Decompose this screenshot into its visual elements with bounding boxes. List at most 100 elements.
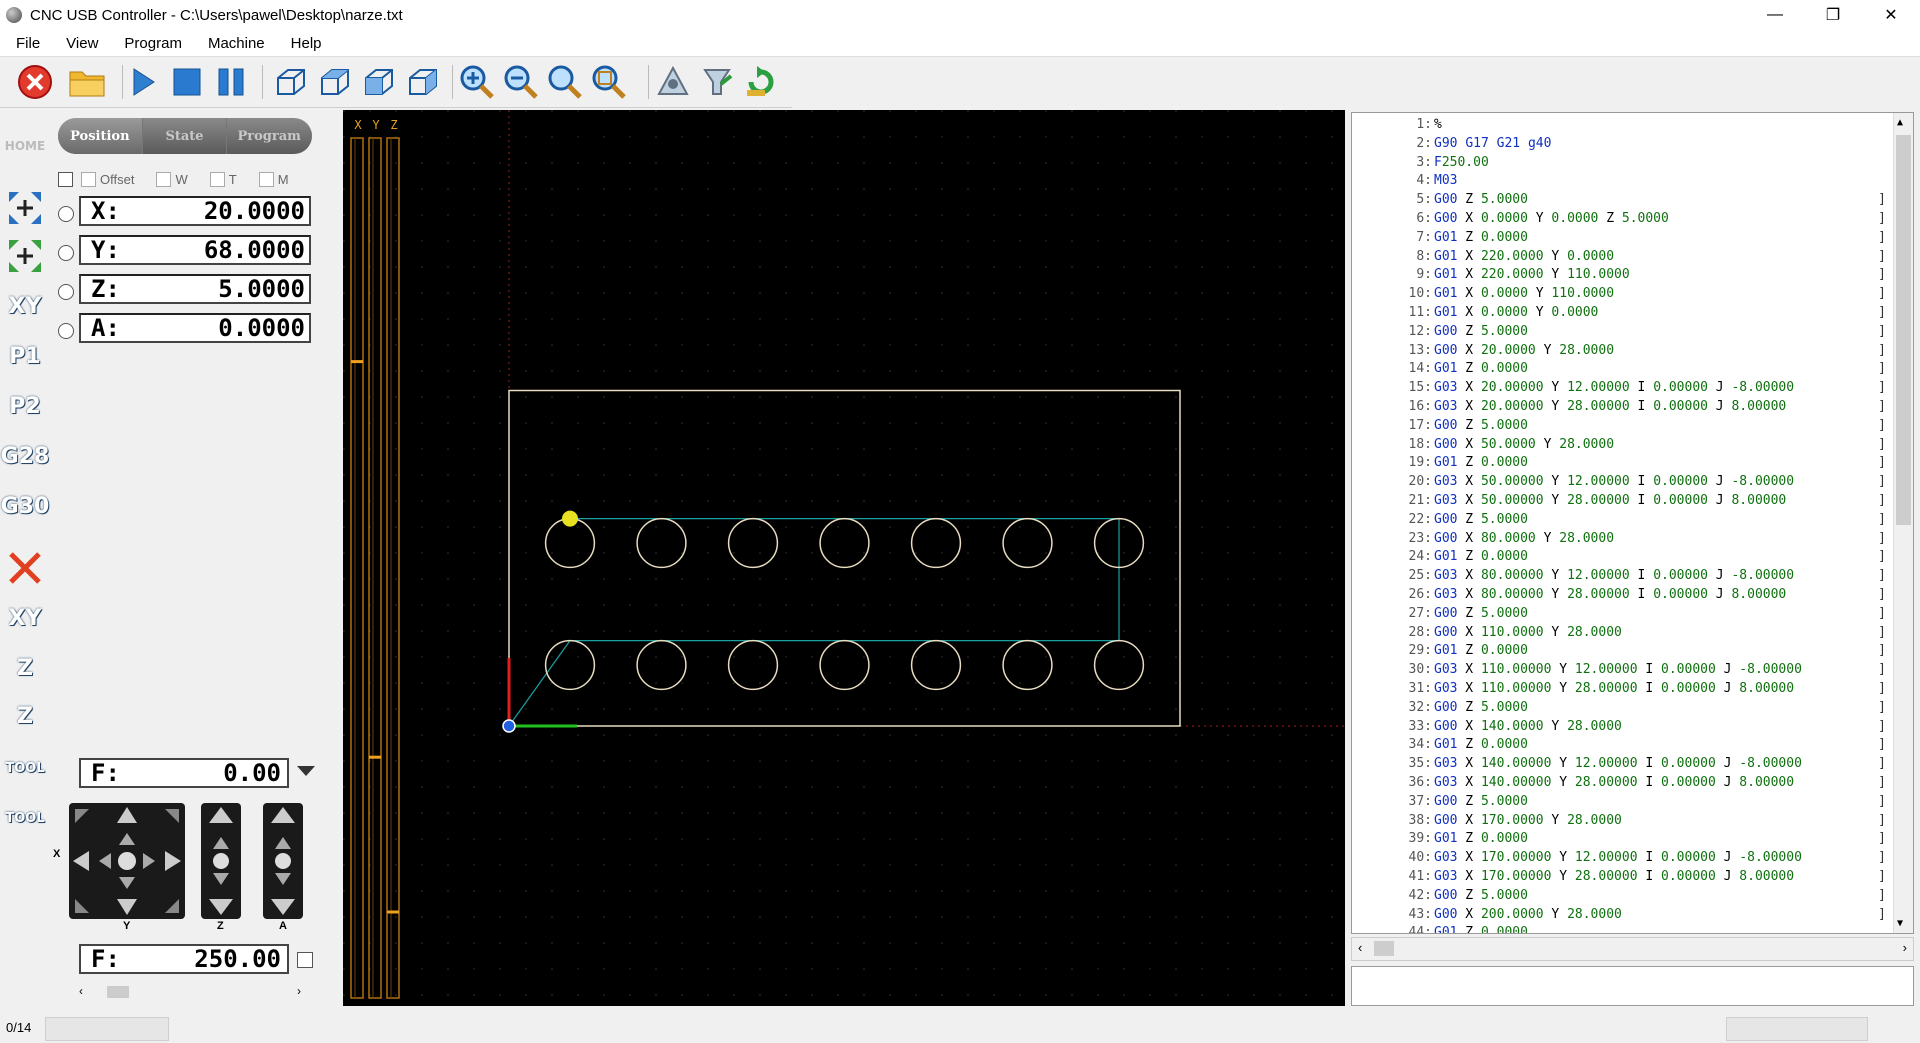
scroll-right-icon[interactable]: › bbox=[297, 984, 301, 998]
gcode-line[interactable]: 38: G00 X 170.0000 Y 28.0000] bbox=[1352, 813, 1892, 832]
gcode-line[interactable]: 29: G01 Z 0.0000] bbox=[1352, 643, 1892, 662]
gcode-breakpoint-marker[interactable]: ] bbox=[1878, 869, 1886, 884]
hscroll-left-icon[interactable]: ‹ bbox=[1358, 940, 1362, 955]
gcode-breakpoint-marker[interactable]: ] bbox=[1878, 643, 1886, 658]
mdi-command-input[interactable] bbox=[1351, 966, 1914, 1006]
view-top-icon[interactable] bbox=[316, 64, 354, 100]
hscroll-thumb[interactable] bbox=[1374, 941, 1394, 956]
gcode-hscroll[interactable]: ‹ › bbox=[1351, 937, 1914, 961]
gcode-breakpoint-marker[interactable]: ] bbox=[1878, 549, 1886, 564]
gcode-breakpoint-marker[interactable]: ] bbox=[1878, 813, 1886, 828]
gcode-breakpoint-marker[interactable]: ] bbox=[1878, 493, 1886, 508]
gcode-breakpoint-marker[interactable]: ] bbox=[1878, 286, 1886, 301]
gcode-breakpoint-marker[interactable]: ] bbox=[1878, 794, 1886, 809]
tool-probe-button[interactable]: TOOL bbox=[4, 798, 46, 838]
axis-y-readout[interactable]: Y: 68.0000 bbox=[79, 235, 311, 265]
scroll-thumb[interactable] bbox=[107, 986, 129, 998]
gcode-line[interactable]: 25: G03 X 80.00000 Y 12.00000 I 0.00000 J… bbox=[1352, 568, 1892, 587]
axis-x-readout[interactable]: X: 20.0000 bbox=[79, 196, 311, 226]
open-folder-icon[interactable] bbox=[68, 64, 106, 100]
gcode-scroll-thumb[interactable] bbox=[1896, 135, 1911, 525]
gcode-breakpoint-marker[interactable]: ] bbox=[1878, 474, 1886, 489]
scroll-left-icon[interactable]: ‹ bbox=[79, 984, 83, 998]
program-feed-readout[interactable]: F: 250.00 bbox=[79, 944, 289, 974]
stop-square-icon[interactable] bbox=[168, 64, 206, 100]
gcode-line[interactable]: 16: G03 X 20.00000 Y 28.00000 I 0.00000 J… bbox=[1352, 399, 1892, 418]
axis-x-radio[interactable] bbox=[58, 206, 74, 222]
gcode-line[interactable]: 41: G03 X 170.00000 Y 28.00000 I 0.00000 … bbox=[1352, 869, 1892, 888]
scroll-up-icon[interactable]: ▲ bbox=[1897, 117, 1903, 128]
gcode-breakpoint-marker[interactable]: ] bbox=[1878, 587, 1886, 602]
gcode-line[interactable]: 8: G01 X 220.0000 Y 0.0000] bbox=[1352, 249, 1892, 268]
t-checkbox[interactable] bbox=[209, 172, 225, 187]
tool-setup-icon[interactable] bbox=[698, 64, 736, 100]
gcode-line[interactable]: 28: G00 X 110.0000 Y 28.0000] bbox=[1352, 625, 1892, 644]
jog-feed-readout[interactable]: F: 0.00 bbox=[79, 758, 289, 788]
gcode-line[interactable]: 17: G00 Z 5.0000] bbox=[1352, 418, 1892, 437]
gcode-breakpoint-marker[interactable]: ] bbox=[1878, 249, 1886, 264]
gcode-breakpoint-marker[interactable]: ] bbox=[1878, 737, 1886, 752]
gcode-breakpoint-marker[interactable]: ] bbox=[1878, 192, 1886, 207]
gcode-line[interactable]: 35: G03 X 140.00000 Y 12.00000 I 0.00000 … bbox=[1352, 756, 1892, 775]
gcode-line[interactable]: 2: G90 G17 G21 g40 bbox=[1352, 136, 1892, 155]
toolpath-canvas[interactable] bbox=[343, 110, 1345, 1006]
axis-y-radio[interactable] bbox=[58, 245, 74, 261]
gcode-line[interactable]: 18: G00 X 50.0000 Y 28.0000] bbox=[1352, 437, 1892, 456]
gcode-line[interactable]: 44: G01 Z 0.0000 bbox=[1352, 925, 1892, 933]
goto-p1-button[interactable]: P1 bbox=[4, 336, 46, 376]
stop-icon[interactable] bbox=[16, 64, 54, 100]
panel-hscroll[interactable]: ‹ › bbox=[77, 984, 307, 1000]
view-front-icon[interactable] bbox=[360, 64, 398, 100]
play-icon[interactable] bbox=[124, 64, 162, 100]
axis-z-radio[interactable] bbox=[58, 284, 74, 300]
gcode-line[interactable]: 26: G03 X 80.00000 Y 28.00000 I 0.00000 J… bbox=[1352, 587, 1892, 606]
gcode-breakpoint-marker[interactable]: ] bbox=[1878, 888, 1886, 903]
gcode-breakpoint-marker[interactable]: ] bbox=[1878, 850, 1886, 865]
gcode-line[interactable]: 40: G03 X 170.00000 Y 12.00000 I 0.00000 … bbox=[1352, 850, 1892, 869]
gcode-line[interactable]: 39: G01 Z 0.0000] bbox=[1352, 831, 1892, 850]
gcode-line[interactable]: 31: G03 X 110.00000 Y 28.00000 I 0.00000 … bbox=[1352, 681, 1892, 700]
menu-program[interactable]: Program bbox=[114, 35, 192, 52]
gcode-breakpoint-marker[interactable]: ] bbox=[1878, 324, 1886, 339]
gcode-line[interactable]: 24: G01 Z 0.0000] bbox=[1352, 549, 1892, 568]
menu-view[interactable]: View bbox=[56, 35, 108, 52]
gcode-line[interactable]: 13: G00 X 20.0000 Y 28.0000] bbox=[1352, 343, 1892, 362]
tab-state[interactable]: State bbox=[143, 118, 228, 154]
menu-machine[interactable]: Machine bbox=[198, 35, 275, 52]
gcode-line[interactable]: 37: G00 Z 5.0000] bbox=[1352, 794, 1892, 813]
gcode-listing[interactable]: 1:% 2: G90 G17 G21 g40 3: F250.00 4: M03 5: G00 … bbox=[1351, 112, 1914, 934]
reset-all-button[interactable] bbox=[4, 548, 46, 588]
zoom-fit-icon[interactable] bbox=[546, 64, 584, 100]
gcode-breakpoint-marker[interactable]: ] bbox=[1878, 437, 1886, 452]
gcode-line[interactable]: 9: G01 X 220.0000 Y 110.0000] bbox=[1352, 267, 1892, 286]
gcode-line[interactable]: 6: G00 X 0.0000 Y 0.0000 Z 5.0000] bbox=[1352, 211, 1892, 230]
master-checkbox[interactable] bbox=[58, 172, 73, 187]
gcode-line[interactable]: 10: G01 X 0.0000 Y 110.0000] bbox=[1352, 286, 1892, 305]
gcode-line[interactable]: 11: G01 X 0.0000 Y 0.0000] bbox=[1352, 305, 1892, 324]
minimize-button[interactable]: — bbox=[1746, 0, 1804, 30]
gcode-breakpoint-marker[interactable]: ] bbox=[1878, 831, 1886, 846]
gcode-line[interactable]: 33: G00 X 140.0000 Y 28.0000] bbox=[1352, 719, 1892, 738]
gcode-breakpoint-marker[interactable]: ] bbox=[1878, 343, 1886, 358]
gcode-line[interactable]: 27: G00 Z 5.0000] bbox=[1352, 606, 1892, 625]
gcode-breakpoint-marker[interactable]: ] bbox=[1878, 380, 1886, 395]
axis-z-readout[interactable]: Z: 5.0000 bbox=[79, 274, 311, 304]
gcode-line[interactable]: 20: G03 X 50.00000 Y 12.00000 I 0.00000 J… bbox=[1352, 474, 1892, 493]
gcode-vscroll[interactable]: ▲ ▼ bbox=[1893, 113, 1913, 933]
gcode-line[interactable]: 30: G03 X 110.00000 Y 12.00000 I 0.00000 … bbox=[1352, 662, 1892, 681]
move-to-offset-button[interactable] bbox=[4, 236, 46, 276]
menu-help[interactable]: Help bbox=[281, 35, 332, 52]
move-to-zero-button[interactable] bbox=[4, 188, 46, 228]
goto-g30-button[interactable]: G30 bbox=[1, 486, 50, 526]
gcode-breakpoint-marker[interactable]: ] bbox=[1878, 606, 1886, 621]
offset-checkbox[interactable] bbox=[81, 172, 96, 187]
hscroll-right-icon[interactable]: › bbox=[1903, 940, 1907, 955]
jog-xy-pad[interactable] bbox=[69, 803, 185, 919]
gcode-line[interactable]: 3: F250.00 bbox=[1352, 155, 1892, 174]
goto-xy-button[interactable]: XY bbox=[4, 286, 46, 326]
tab-program[interactable]: Program bbox=[227, 118, 312, 154]
toolpath-viewport[interactable]: X Y Z bbox=[343, 110, 1345, 1006]
gcode-line[interactable]: 23: G00 X 80.0000 Y 28.0000] bbox=[1352, 531, 1892, 550]
axis-a-readout[interactable]: A: 0.0000 bbox=[79, 313, 311, 343]
goto-p2-button[interactable]: P2 bbox=[4, 386, 46, 426]
